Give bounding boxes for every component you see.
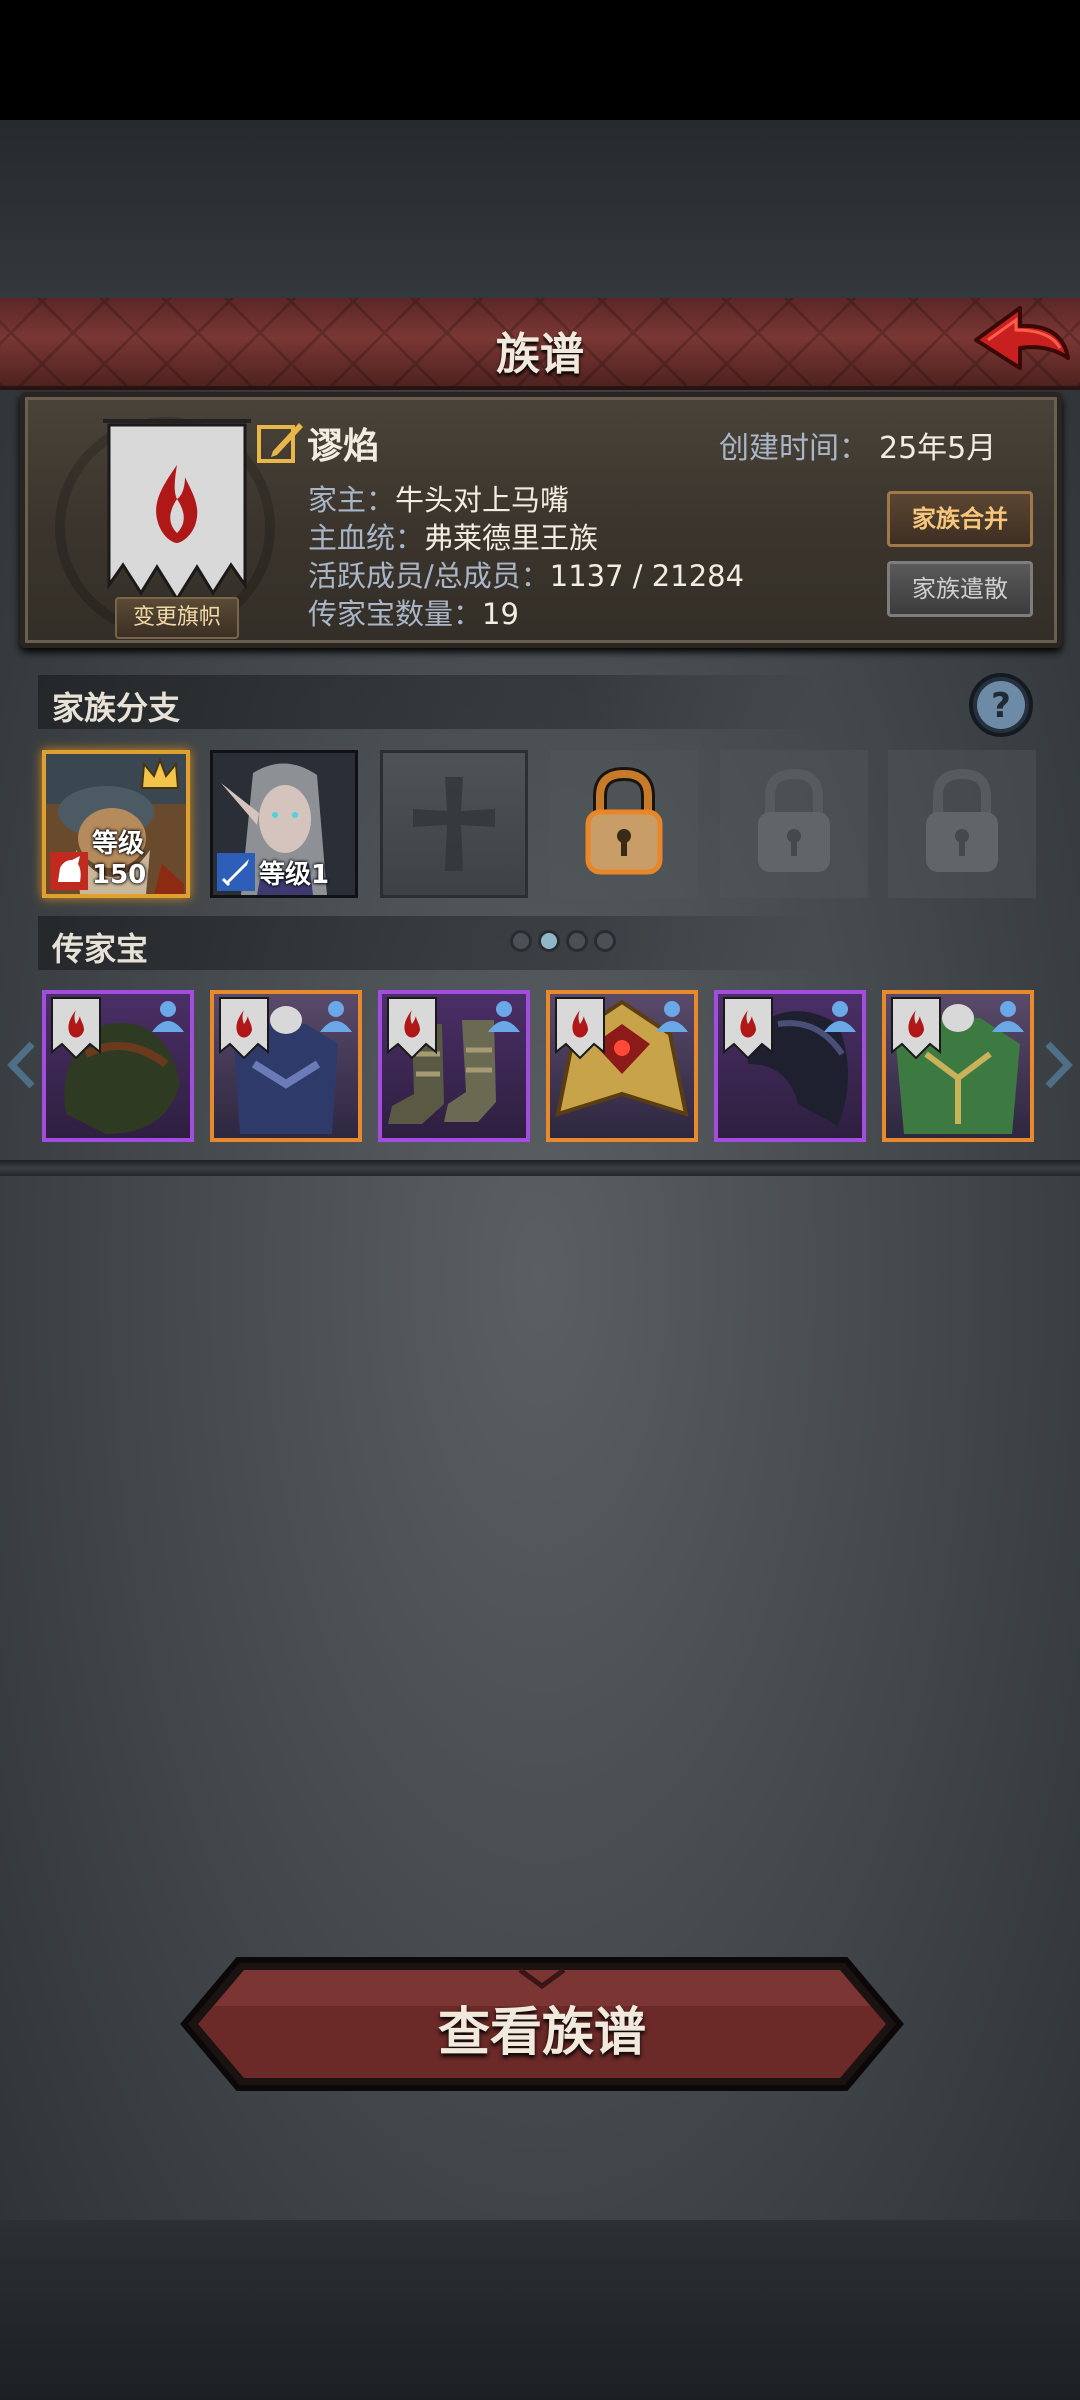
edit-icon[interactable] bbox=[255, 417, 305, 467]
info-key: 传家宝数量： bbox=[308, 597, 483, 631]
disband-family-button[interactable]: 家族遣散 bbox=[887, 561, 1033, 617]
page-title: 族谱 bbox=[496, 329, 584, 380]
cavalry-icon bbox=[50, 852, 88, 890]
info-row-bloodline: 主血统：弗莱德里王族 bbox=[308, 515, 598, 557]
info-value: 牛头对上马嘴 bbox=[395, 483, 570, 517]
view-family-tree-label: 查看族谱 bbox=[437, 2003, 646, 2063]
treasure-item-boots[interactable] bbox=[378, 990, 530, 1142]
info-key: 家主： bbox=[308, 483, 396, 517]
lock-icon bbox=[758, 768, 830, 872]
info-key: 主血统： bbox=[308, 521, 425, 555]
empty-branch-slot[interactable] bbox=[380, 750, 528, 898]
branch-member-slot[interactable]: 等级150 bbox=[42, 750, 190, 898]
family-flag-icon bbox=[51, 997, 101, 1060]
created-label: 创建时间： bbox=[719, 431, 869, 466]
info-value: 19 bbox=[482, 597, 519, 631]
family-name: 谬焰 bbox=[307, 426, 380, 467]
cross-icon bbox=[413, 777, 495, 871]
svg-text:?: ? bbox=[991, 686, 1011, 726]
sword-icon bbox=[217, 853, 255, 891]
family-flag-icon bbox=[555, 997, 605, 1060]
chevron-right-icon[interactable] bbox=[1044, 1040, 1074, 1090]
family-info-panel: 变更旗帜 谬焰 创建时间： 25年5月 家主：牛头对上马嘴 主血统：弗莱德里王族… bbox=[20, 392, 1062, 648]
header-bar: 族谱 bbox=[0, 298, 1080, 390]
branch-member-slot[interactable]: 等级1 bbox=[210, 750, 358, 898]
status-bar bbox=[0, 0, 1080, 120]
top-backdrop-overlay bbox=[0, 120, 1080, 298]
section-divider bbox=[0, 1160, 1080, 1176]
help-icon[interactable]: ? bbox=[968, 672, 1034, 738]
lock-icon bbox=[926, 768, 998, 872]
page-dot[interactable] bbox=[510, 930, 532, 952]
info-row-members: 活跃成员/总成员：1137 / 21284 bbox=[308, 553, 744, 595]
change-flag-button[interactable]: 变更旗帜 bbox=[115, 597, 239, 639]
treasure-item-green-armor[interactable] bbox=[882, 990, 1034, 1142]
branches-header: 家族分支 bbox=[38, 675, 818, 729]
chevron-left-icon[interactable] bbox=[6, 1040, 36, 1090]
bottom-band bbox=[0, 2220, 1080, 2400]
user-icon bbox=[824, 1001, 856, 1032]
family-flag-icon bbox=[219, 997, 269, 1060]
treasures-title: 传家宝 bbox=[52, 930, 149, 968]
user-icon bbox=[152, 1001, 184, 1032]
info-value: 1137 / 21284 bbox=[549, 559, 745, 593]
page-dot-active[interactable] bbox=[538, 930, 560, 952]
page-dot[interactable] bbox=[594, 930, 616, 952]
locked-branch-slot[interactable] bbox=[888, 750, 1036, 898]
family-flag-icon bbox=[723, 997, 773, 1060]
info-value: 弗莱德里王族 bbox=[424, 521, 599, 555]
page-dot[interactable] bbox=[566, 930, 588, 952]
family-flag-icon bbox=[891, 997, 941, 1060]
family-banner[interactable] bbox=[103, 415, 251, 611]
locked-branch-slot[interactable] bbox=[720, 750, 868, 898]
info-key: 活跃成员/总成员： bbox=[308, 559, 550, 593]
user-icon bbox=[488, 1001, 520, 1032]
lock-open-icon bbox=[585, 766, 663, 875]
treasures-header: 传家宝 bbox=[38, 916, 818, 970]
user-icon bbox=[656, 1001, 688, 1032]
member-level: 等级150 bbox=[92, 829, 147, 890]
user-icon bbox=[320, 1001, 352, 1032]
created-value: 25年5月 bbox=[879, 431, 997, 466]
crown-icon bbox=[140, 758, 180, 789]
member-level: 等级1 bbox=[259, 860, 330, 890]
branches-title: 家族分支 bbox=[52, 689, 181, 727]
user-icon bbox=[992, 1001, 1024, 1032]
treasure-item-armor[interactable] bbox=[210, 990, 362, 1142]
treasure-item-dark-helmet[interactable] bbox=[714, 990, 866, 1142]
unlockable-branch-slot[interactable] bbox=[550, 750, 698, 898]
info-row-leader: 家主：牛头对上马嘴 bbox=[308, 477, 569, 519]
info-row-treasures: 传家宝数量：19 bbox=[308, 591, 519, 633]
family-flag-icon bbox=[387, 997, 437, 1060]
treasure-item-hood[interactable] bbox=[42, 990, 194, 1142]
treasure-item-ornate-shield[interactable] bbox=[546, 990, 698, 1142]
merge-family-button[interactable]: 家族合并 bbox=[887, 491, 1033, 547]
back-arrow-icon[interactable] bbox=[968, 300, 1074, 386]
